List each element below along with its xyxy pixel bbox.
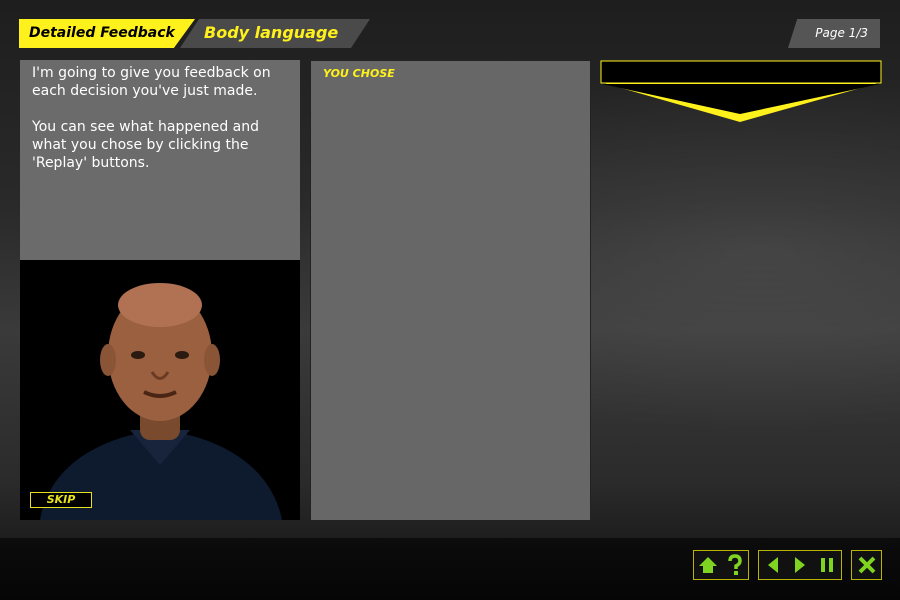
section-tab: Detailed Feedback (19, 19, 195, 48)
presenter-panel: I'm going to give you feedback on each d… (20, 60, 300, 520)
presenter-video (20, 260, 300, 520)
topic-tab: Body language (180, 19, 370, 48)
section-tab-label: Detailed Feedback (29, 25, 175, 41)
skip-button[interactable]: SKIP (30, 492, 92, 508)
forward-icon[interactable] (788, 553, 812, 577)
back-icon[interactable] (761, 553, 785, 577)
pause-icon[interactable] (815, 553, 839, 577)
playback-controls-group (758, 550, 842, 580)
home-help-group (693, 550, 749, 580)
feedback-banner (600, 60, 882, 126)
page-indicator: Page 1/3 (788, 19, 880, 48)
page-indicator-label: Page 1/3 (815, 26, 868, 40)
close-group (851, 550, 882, 580)
speech-bubble: I'm going to give you feedback on each d… (20, 60, 300, 260)
you-chose-panel: YOU CHOSE (310, 60, 591, 521)
speech-text: I'm going to give you feedback on each d… (32, 65, 271, 171)
you-chose-label: YOU CHOSE (323, 67, 395, 80)
close-icon[interactable] (855, 553, 879, 577)
help-icon[interactable] (723, 553, 747, 577)
topic-tab-label: Body language (204, 23, 339, 42)
home-icon[interactable] (696, 553, 720, 577)
